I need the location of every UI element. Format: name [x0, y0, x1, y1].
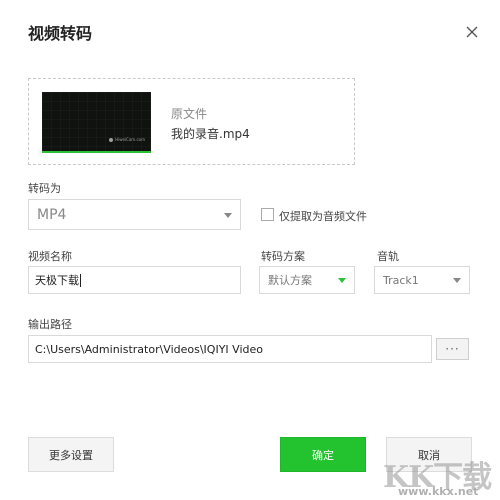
video-name-input[interactable]: 天极下载	[28, 266, 241, 294]
audio-track-select[interactable]: Track1	[374, 266, 470, 294]
source-file-box: HiweiCam.com 原文件 我的录音.mp4	[28, 78, 355, 165]
source-file-name: 我的录音.mp4	[171, 127, 250, 141]
extract-audio-checkbox[interactable]	[261, 208, 274, 221]
scheme-label: 转码方案	[261, 250, 305, 263]
chevron-down-icon	[224, 212, 232, 218]
scheme-select[interactable]: 默认方案	[259, 266, 355, 294]
extract-audio-label: 仅提取为音频文件	[279, 210, 367, 223]
format-select[interactable]: MP4	[28, 199, 241, 230]
thumbnail-watermark: HiweiCam.com	[109, 137, 145, 142]
dialog-title: 视频转码	[28, 24, 93, 43]
video-name-label: 视频名称	[28, 250, 72, 263]
logo-icon	[109, 137, 114, 142]
format-label: 转码为	[28, 182, 61, 195]
chevron-down-icon	[453, 278, 461, 283]
close-icon[interactable]	[462, 22, 482, 42]
watermark-url: www.kkx.net	[398, 485, 479, 498]
chevron-down-icon	[338, 278, 346, 283]
more-settings-button[interactable]: 更多设置	[28, 437, 114, 472]
output-path-label: 输出路径	[28, 318, 72, 331]
output-path-input[interactable]: C:\Users\Administrator\Videos\IQIYI Vide…	[28, 335, 432, 363]
confirm-button[interactable]: 确定	[280, 437, 366, 472]
browse-button[interactable]: ···	[436, 338, 469, 360]
text-cursor	[80, 273, 81, 287]
source-file-label: 原文件	[171, 107, 208, 121]
video-thumbnail: HiweiCam.com	[42, 92, 151, 153]
audio-track-label: 音轨	[377, 250, 399, 263]
